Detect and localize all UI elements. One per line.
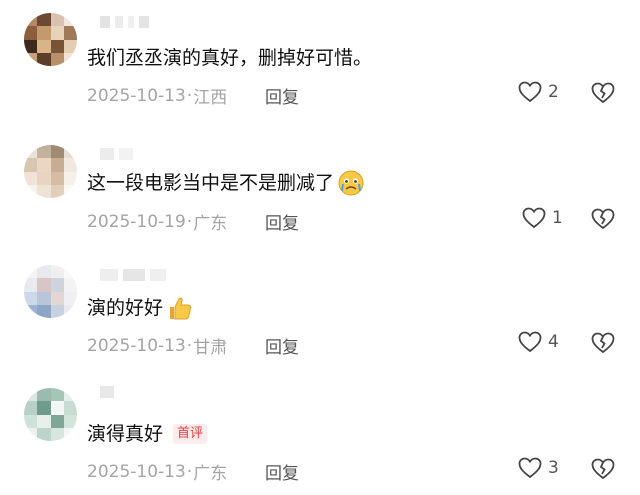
dislike-button[interactable] <box>591 82 615 108</box>
broken-heart-icon <box>591 82 615 104</box>
heart-icon <box>518 331 542 353</box>
username-blurred[interactable] <box>100 269 166 281</box>
broken-heart-icon <box>591 458 615 480</box>
avatar[interactable] <box>24 388 77 441</box>
meta-separator: · <box>186 211 193 232</box>
dislike-button[interactable] <box>591 458 615 484</box>
reply-button[interactable]: 回复 <box>265 333 299 358</box>
like-count: 2 <box>548 82 559 102</box>
comment-text: 演的好好 <box>87 295 193 321</box>
comment-meta: 2025-10-13 · 广东 <box>87 459 228 485</box>
thumbs-up-icon <box>170 297 192 320</box>
comment-date: 2025-10-19 <box>87 211 186 232</box>
username-blurred[interactable] <box>100 16 149 28</box>
reply-button[interactable]: 回复 <box>265 459 299 484</box>
avatar[interactable] <box>24 265 77 318</box>
like-count: 1 <box>552 208 563 228</box>
like-button[interactable]: 3 <box>518 457 559 479</box>
comment-text-content: 我们丞丞演的真好，删掉好可惜。 <box>87 47 373 69</box>
meta-separator: · <box>186 461 193 482</box>
crying-face-icon <box>338 170 364 196</box>
comment-location: 江西 <box>193 88 228 108</box>
like-count: 4 <box>548 332 559 352</box>
comment-text-content: 这一段电影当中是不是删减了 <box>87 172 335 194</box>
comment-text: 我们丞丞演的真好，删掉好可惜。 <box>87 45 372 71</box>
dislike-button[interactable] <box>591 208 615 234</box>
comment-item: 演的好好 2025-10-13 · 甘肃 回复 4 <box>0 250 640 370</box>
comment-item: 我们丞丞演的真好，删掉好可惜。 2025-10-13 · 江西 回复 2 <box>0 0 640 120</box>
avatar[interactable] <box>24 145 77 198</box>
broken-heart-icon <box>591 332 615 354</box>
reply-button[interactable]: 回复 <box>265 83 299 108</box>
comment-text-content: 演的好好 <box>87 297 164 319</box>
username-blurred[interactable] <box>100 386 114 398</box>
comment-date: 2025-10-13 <box>87 461 186 482</box>
broken-heart-icon <box>591 208 615 230</box>
like-button[interactable]: 2 <box>518 81 559 103</box>
avatar[interactable] <box>24 13 77 66</box>
like-count: 3 <box>548 458 559 478</box>
comment-text-content: 演得真好 <box>87 423 164 445</box>
comment-meta: 2025-10-13 · 江西 <box>87 83 228 109</box>
comment-meta: 2025-10-13 · 甘肃 <box>87 333 228 359</box>
comment-text: 这一段电影当中是不是删减了 <box>87 170 364 196</box>
comment-date: 2025-10-13 <box>87 85 186 106</box>
comment-location: 广东 <box>193 464 228 484</box>
comment-meta: 2025-10-19 · 广东 <box>87 209 228 235</box>
meta-separator: · <box>186 335 193 356</box>
comment-location: 甘肃 <box>193 338 228 358</box>
like-button[interactable]: 1 <box>522 207 563 229</box>
like-button[interactable]: 4 <box>518 331 559 353</box>
comment-item: 这一段电影当中是不是删减了 2025-10-19 · 广东 回复 1 <box>0 120 640 240</box>
username-blurred[interactable] <box>100 148 133 160</box>
heart-icon <box>522 207 546 229</box>
comment-item: 演得真好 首评 2025-10-13 · 广东 回复 3 <box>0 375 640 495</box>
comment-date: 2025-10-13 <box>87 335 186 356</box>
heart-icon <box>518 81 542 103</box>
dislike-button[interactable] <box>591 332 615 358</box>
comment-location: 广东 <box>193 214 228 234</box>
comment-text: 演得真好 首评 <box>87 421 208 447</box>
heart-icon <box>518 457 542 479</box>
reply-button[interactable]: 回复 <box>265 209 299 234</box>
meta-separator: · <box>186 85 193 106</box>
first-comment-badge: 首评 <box>173 424 208 444</box>
